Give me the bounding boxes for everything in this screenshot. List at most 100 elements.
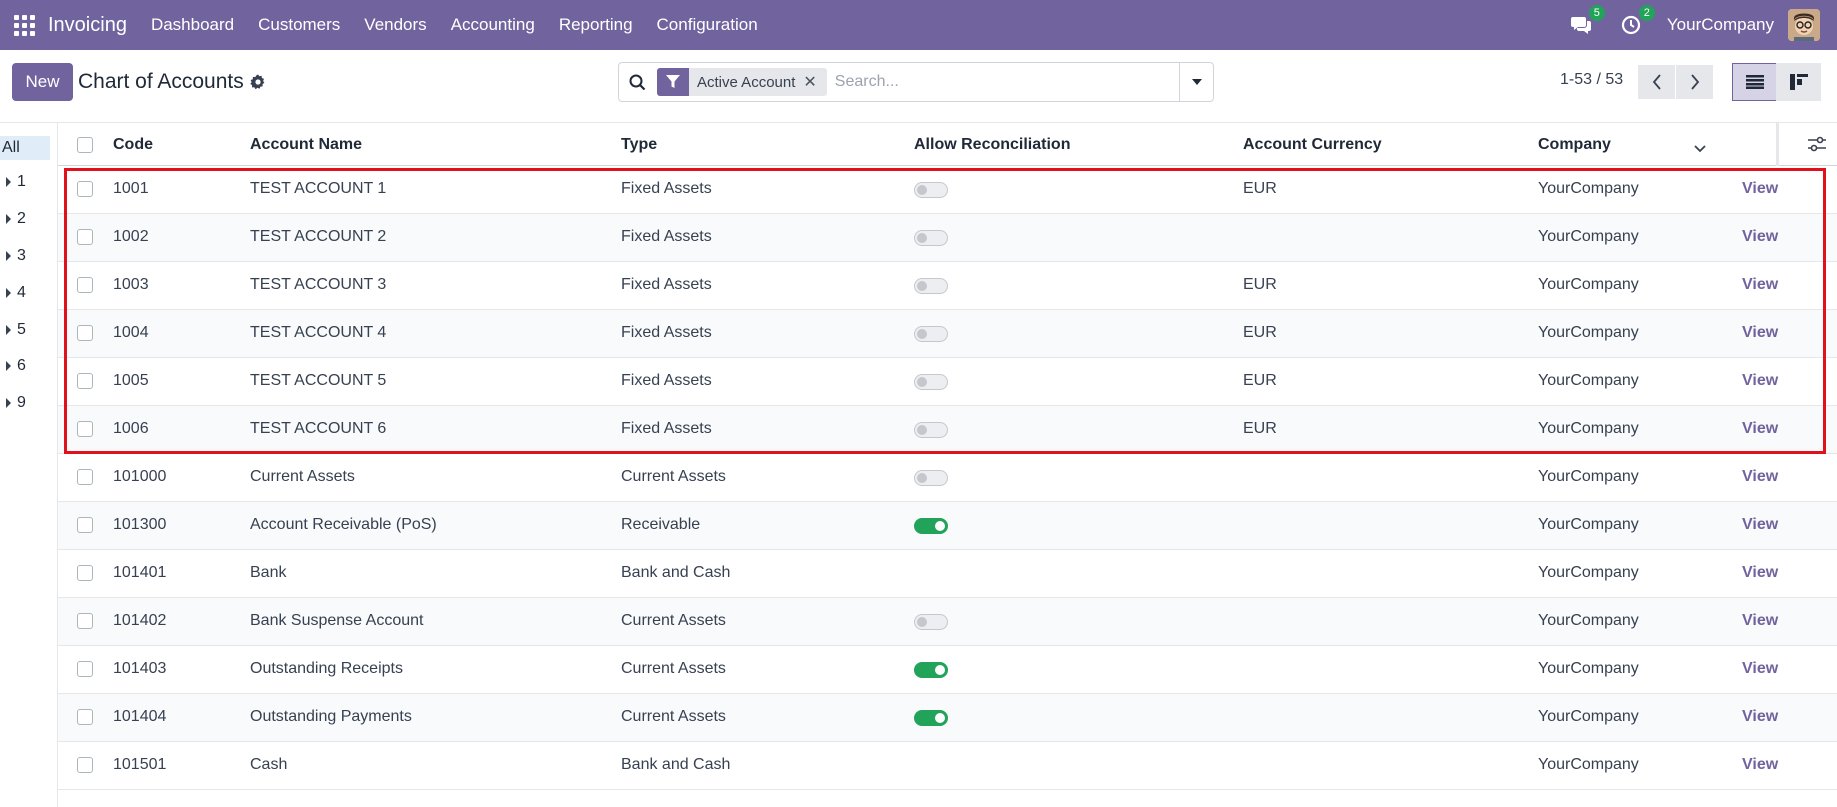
table-row[interactable]: 101403 Outstanding Receipts Current Assets… <box>58 646 1837 694</box>
search-options-toggle[interactable] <box>1179 63 1213 101</box>
view-link[interactable]: View <box>1742 324 1778 342</box>
view-link[interactable]: View <box>1742 708 1778 726</box>
select-all-checkbox[interactable] <box>77 137 93 153</box>
row-checkbox[interactable] <box>77 325 93 341</box>
pager-value[interactable]: 1-53 / 53 <box>1560 71 1623 89</box>
view-link[interactable]: View <box>1742 228 1778 246</box>
reconcile-toggle[interactable] <box>914 278 948 294</box>
row-checkbox[interactable] <box>77 757 93 773</box>
cell-code: 1002 <box>113 228 149 245</box>
view-link[interactable]: View <box>1742 276 1778 294</box>
cell-account-currency: EUR <box>1243 276 1277 293</box>
cell-account-name: Outstanding Receipts <box>250 660 403 677</box>
reconcile-toggle[interactable] <box>914 422 948 438</box>
header-company[interactable]: Company <box>1538 136 1611 154</box>
reconcile-toggle[interactable] <box>914 710 948 726</box>
side-item-3[interactable]: 3 <box>0 247 26 265</box>
reconcile-toggle[interactable] <box>914 326 948 342</box>
row-checkbox[interactable] <box>77 709 93 725</box>
pager-next-button[interactable] <box>1676 65 1713 99</box>
table-row[interactable]: 1002 TEST ACCOUNT 2 Fixed Assets YourCompan… <box>58 214 1837 262</box>
header-allow-reconciliation[interactable]: Allow Reconciliation <box>914 136 1070 154</box>
table-row[interactable]: 101401 Bank Bank and Cash YourCompany View <box>58 550 1837 598</box>
table-row[interactable]: 1004 TEST ACCOUNT 4 Fixed Assets EUR YourCom… <box>58 310 1837 358</box>
menu-reporting[interactable]: Reporting <box>547 15 645 35</box>
kanban-view-button[interactable] <box>1776 63 1821 101</box>
row-checkbox[interactable] <box>77 469 93 485</box>
table-row[interactable]: 1001 TEST ACCOUNT 1 Fixed Assets EUR YourCom… <box>58 166 1837 214</box>
menu-accounting[interactable]: Accounting <box>439 15 547 35</box>
table-row[interactable]: 1003 TEST ACCOUNT 3 Fixed Assets EUR YourCom… <box>58 262 1837 310</box>
facet-remove-icon[interactable]: ✕ <box>803 72 826 92</box>
caret-right-icon <box>6 325 11 335</box>
menu-dashboard[interactable]: Dashboard <box>139 15 246 35</box>
side-item-5[interactable]: 5 <box>0 321 26 339</box>
header-account-name[interactable]: Account Name <box>250 136 362 154</box>
activity-clock-icon[interactable]: 2 <box>1617 5 1655 39</box>
header-account-currency[interactable]: Account Currency <box>1243 136 1382 154</box>
optional-columns-icon[interactable] <box>1808 136 1826 157</box>
view-link[interactable]: View <box>1742 468 1778 486</box>
row-checkbox[interactable] <box>77 181 93 197</box>
view-link[interactable]: View <box>1742 756 1778 774</box>
page-title[interactable]: Chart of Accounts <box>78 70 244 94</box>
view-link[interactable]: View <box>1742 564 1778 582</box>
menu-configuration[interactable]: Configuration <box>645 15 770 35</box>
side-item-9[interactable]: 9 <box>0 394 26 412</box>
view-link[interactable]: View <box>1742 372 1778 390</box>
search-input[interactable] <box>834 73 1135 91</box>
side-item-label: 5 <box>17 321 26 338</box>
reconcile-toggle[interactable] <box>914 662 948 678</box>
menu-vendors[interactable]: Vendors <box>352 15 438 35</box>
table-row[interactable]: 101404 Outstanding Payments Current Assets… <box>58 694 1837 742</box>
menu-customers[interactable]: Customers <box>246 15 352 35</box>
row-checkbox[interactable] <box>77 229 93 245</box>
row-checkbox[interactable] <box>77 277 93 293</box>
view-link[interactable]: View <box>1742 516 1778 534</box>
chevron-down-icon[interactable] <box>1694 140 1706 158</box>
reconcile-toggle[interactable] <box>914 614 948 630</box>
cell-code: 1005 <box>113 372 149 389</box>
side-item-2[interactable]: 2 <box>0 210 26 228</box>
table-row[interactable]: 101300 Account Receivable (PoS) Receivable… <box>58 502 1837 550</box>
search-icon[interactable] <box>619 63 655 101</box>
avatar[interactable] <box>1788 9 1820 41</box>
column-resize-handle[interactable] <box>1776 123 1779 166</box>
table-row[interactable]: 101501 Cash Bank and Cash YourCompany View <box>58 742 1837 790</box>
side-item-1[interactable]: 1 <box>0 173 26 191</box>
pager-previous-button[interactable] <box>1638 65 1675 99</box>
app-name[interactable]: Invoicing <box>48 14 127 37</box>
view-link[interactable]: View <box>1742 420 1778 438</box>
reconcile-toggle[interactable] <box>914 230 948 246</box>
app-grid-icon[interactable] <box>13 14 35 36</box>
view-link[interactable]: View <box>1742 660 1778 678</box>
reconcile-toggle[interactable] <box>914 470 948 486</box>
cell-code: 101402 <box>113 612 167 629</box>
reconcile-toggle[interactable] <box>914 518 948 534</box>
view-link[interactable]: View <box>1742 612 1778 630</box>
side-item-4[interactable]: 4 <box>0 284 26 302</box>
company-switcher[interactable]: YourCompany <box>1667 15 1774 35</box>
header-code[interactable]: Code <box>113 136 153 154</box>
row-checkbox[interactable] <box>77 613 93 629</box>
row-checkbox[interactable] <box>77 661 93 677</box>
gear-icon[interactable] <box>249 73 267 91</box>
table-row[interactable]: 1006 TEST ACCOUNT 6 Fixed Assets EUR YourCom… <box>58 406 1837 454</box>
side-item-label: 9 <box>17 394 26 411</box>
table-row[interactable]: 101000 Current Assets Current Assets YourCo… <box>58 454 1837 502</box>
row-checkbox[interactable] <box>77 421 93 437</box>
table-row[interactable]: 101402 Bank Suspense Account Current Asset… <box>58 598 1837 646</box>
side-item-all[interactable]: All <box>0 136 50 160</box>
list-view-button[interactable] <box>1732 63 1777 101</box>
messages-icon[interactable]: 5 <box>1567 5 1605 39</box>
side-item-6[interactable]: 6 <box>0 357 26 375</box>
row-checkbox[interactable] <box>77 373 93 389</box>
table-row[interactable]: 1005 TEST ACCOUNT 5 Fixed Assets EUR YourCom… <box>58 358 1837 406</box>
header-type[interactable]: Type <box>621 136 657 154</box>
row-checkbox[interactable] <box>77 565 93 581</box>
reconcile-toggle[interactable] <box>914 374 948 390</box>
view-link[interactable]: View <box>1742 180 1778 198</box>
row-checkbox[interactable] <box>77 517 93 533</box>
reconcile-toggle[interactable] <box>914 182 948 198</box>
new-button[interactable]: New <box>12 63 73 101</box>
